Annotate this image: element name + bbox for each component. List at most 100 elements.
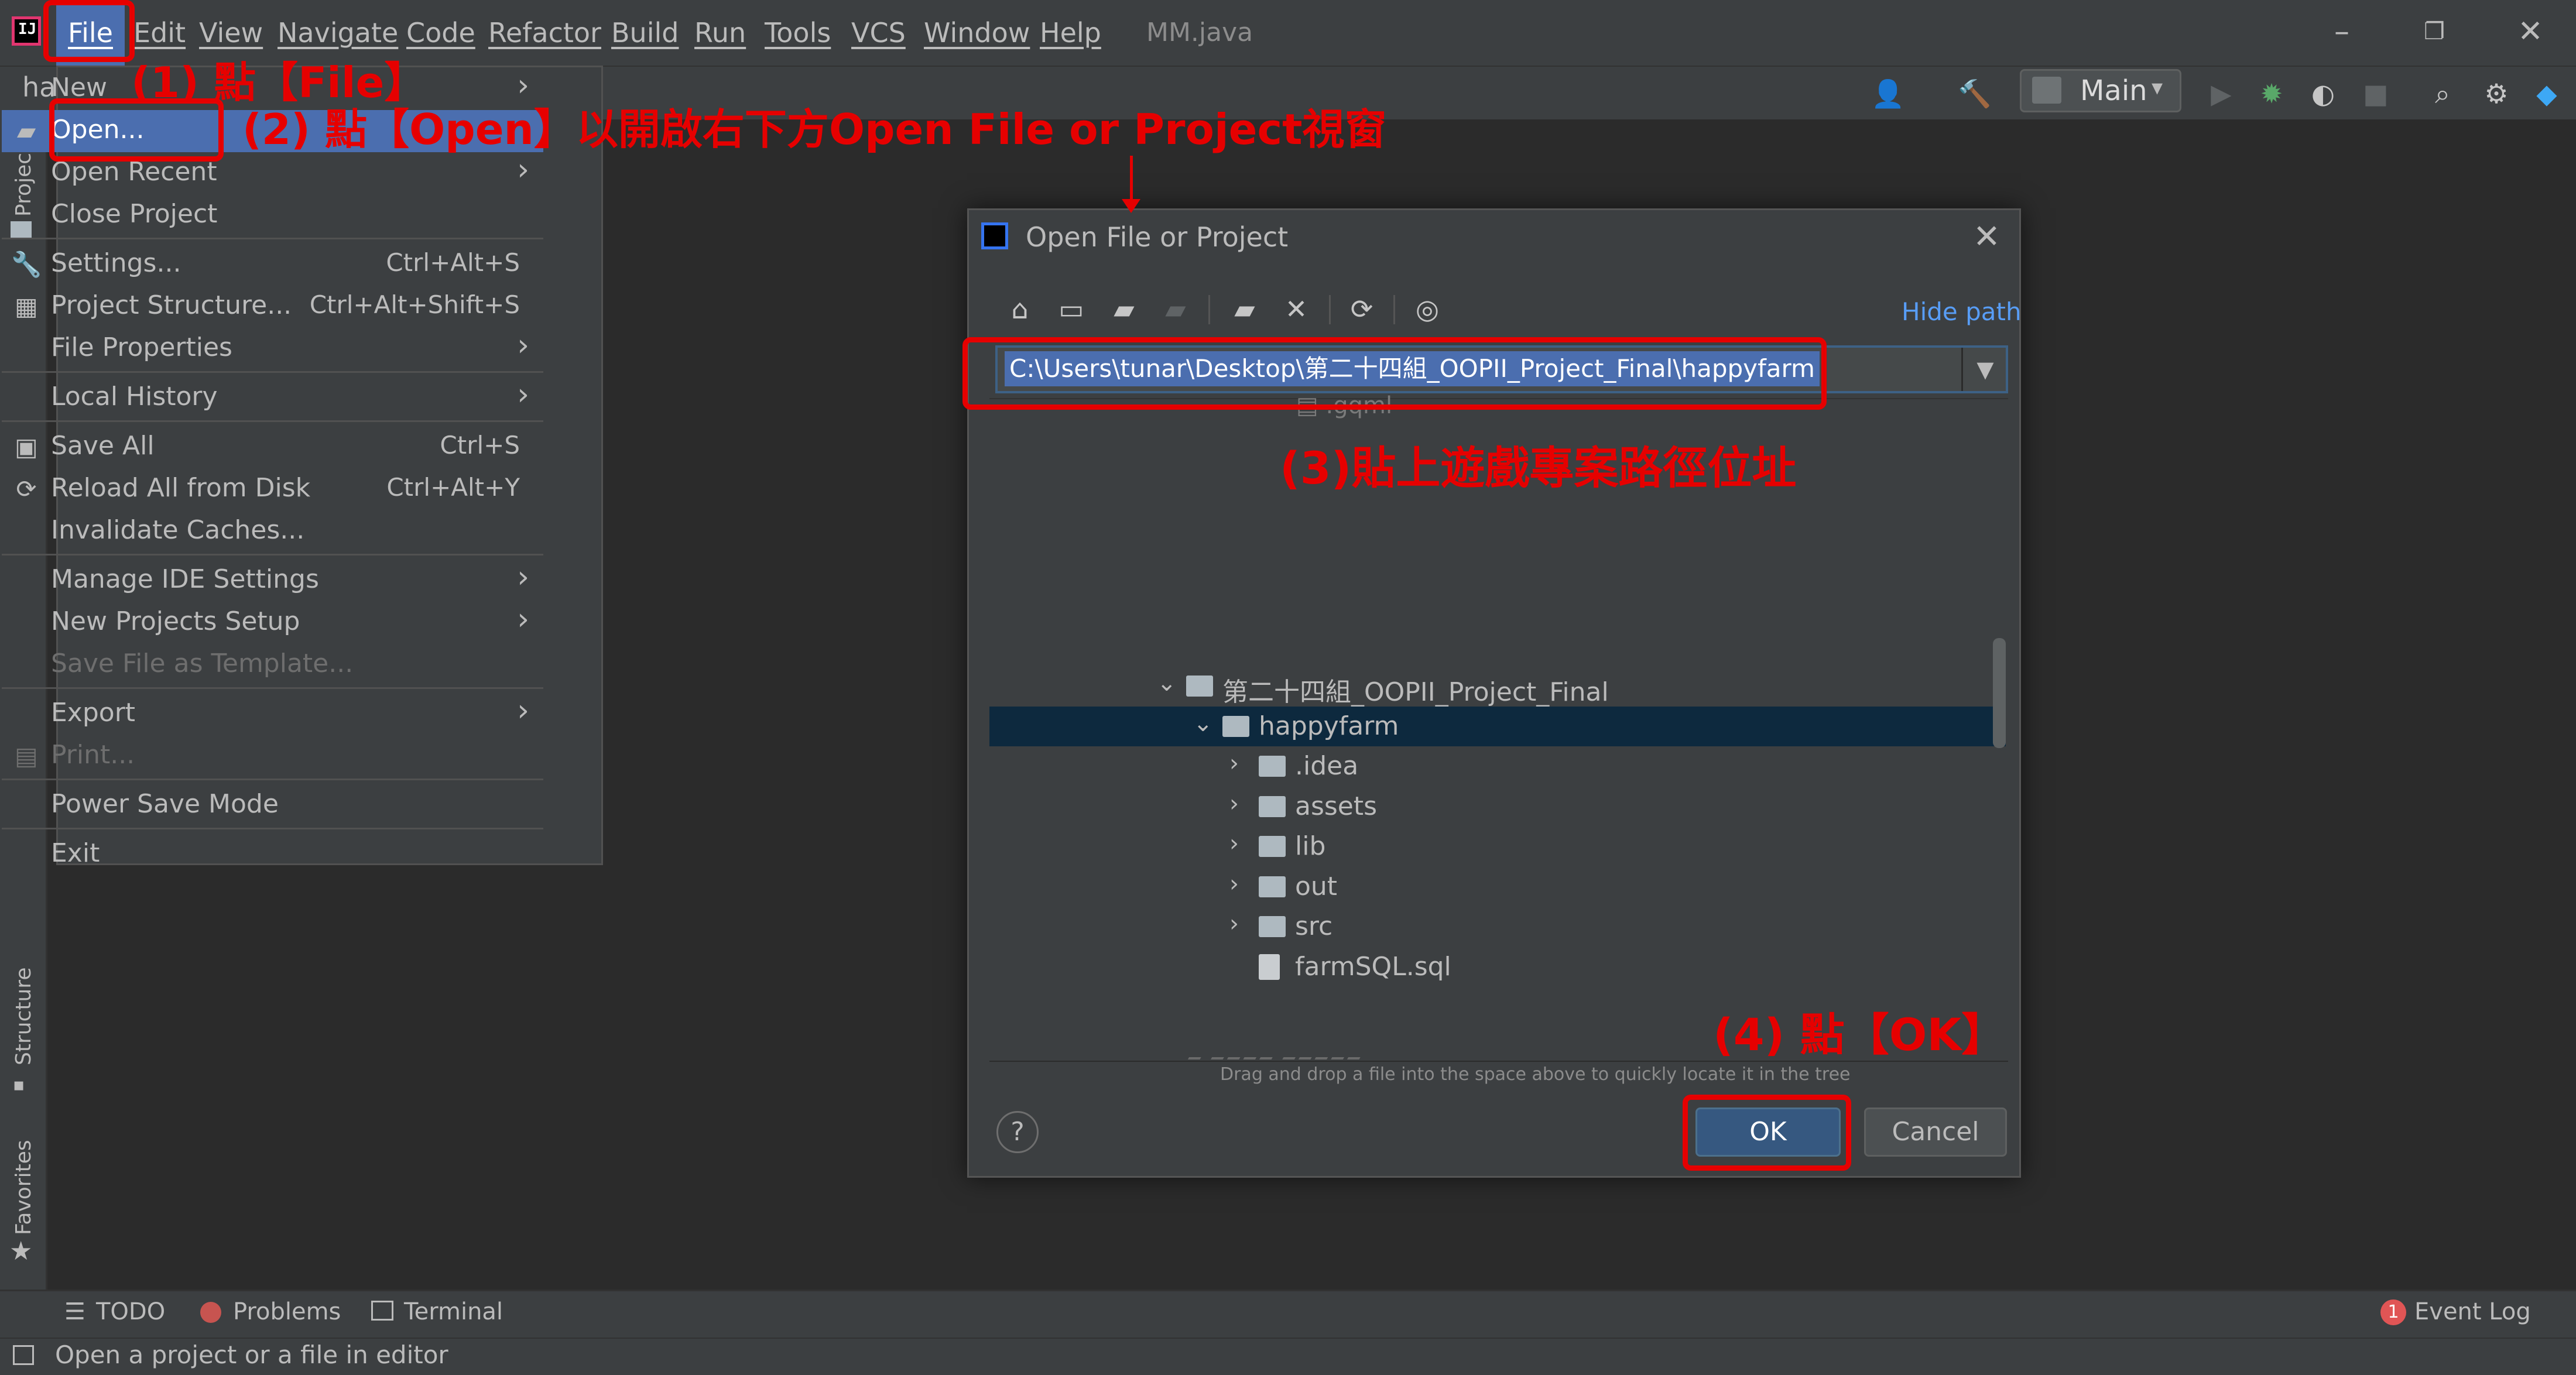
file-menu-item[interactable]: ⟳ Reload All from Disk Ctrl+Alt+Y [2,468,543,510]
tree-row[interactable]: farmSQL.sql [989,947,2006,987]
path-history-chevron-icon[interactable]: ▼ [1961,348,2008,391]
new-folder-icon[interactable]: ▰ [1227,292,1262,327]
file-menu-item-shortcut: Ctrl+Alt+S [386,248,520,277]
file-menu-item[interactable]: File Properties › [2,328,543,370]
search-icon[interactable]: ⌕ [2426,77,2459,110]
tree-row[interactable]: › src [989,907,2006,947]
collapse-chevron-icon[interactable]: › [1229,910,1239,937]
delete-icon[interactable]: ✕ [1279,292,1314,327]
menu-run[interactable]: Run [694,0,746,66]
annotation-arrow-head [1122,199,1140,213]
help-button[interactable]: ? [996,1111,1039,1153]
menu-separator [2,828,543,829]
menu-vcs[interactable]: VCS [851,0,906,66]
expand-chevron-icon[interactable]: ⌄ [1157,670,1177,697]
collapse-chevron-icon[interactable]: › [1229,750,1239,777]
file-menu-item-shortcut: Ctrl+Alt+Shift+S [309,290,520,319]
file-menu-item[interactable]: Local History › [2,377,543,419]
save-icon: ▣ [15,433,38,461]
file-menu-item[interactable]: Export › [2,693,543,735]
tree-row[interactable]: ⌄ happyfarm [989,707,2006,746]
file-menu-item-label: Save All [51,431,155,461]
file-menu-item[interactable]: Close Project [2,194,543,236]
build-hammer-icon[interactable]: 🔨 [1958,77,1991,110]
refresh-icon[interactable]: ⟳ [1344,292,1379,327]
todo-tab[interactable]: TODO [96,1298,165,1325]
hide-path-link[interactable]: Hide path [1902,297,2022,326]
terminal-icon [371,1301,393,1321]
show-hidden-icon[interactable]: ◎ [1410,292,1445,327]
favorites-tool-tab[interactable]: Favorites [12,1140,36,1235]
minimize-icon[interactable]: – [2324,14,2359,49]
toolbox-icon[interactable]: ◆ [2530,77,2563,110]
cancel-button[interactable]: Cancel [1864,1107,2007,1157]
tree-row-label: src [1295,911,1333,941]
tree-row[interactable]: › out [989,867,2006,907]
tree-row[interactable]: ⌄ 第二十四組_OOPII_Project_Final [989,666,2006,707]
tree-partial-row-bottom: ▰ ▰▰▰▰ ▰▰▰▰▰ [1185,1048,1361,1059]
annotation-step4: (4) 點【OK】 [1713,1009,2006,1061]
file-menu-item[interactable]: ▦ Project Structure... Ctrl+Alt+Shift+S [2,286,543,328]
menu-separator [2,687,543,689]
desktop-icon[interactable]: ▭ [1054,292,1089,327]
debug-icon[interactable]: ✹ [2255,77,2288,110]
submenu-chevron-icon: › [517,560,529,595]
gear-icon[interactable]: ⚙ [2480,77,2513,110]
menu-window[interactable]: Window [924,0,1030,66]
module-dir-icon[interactable]: ▰ [1158,292,1193,327]
project-dir-icon[interactable]: ▰ [1107,292,1142,327]
file-menu-item[interactable]: New Projects Setup › [2,602,543,644]
annotation-box-ok [1683,1095,1851,1171]
file-menu-item-label: Power Save Mode [51,789,279,819]
tree-row[interactable]: › .idea [989,746,2006,786]
menu-refactor[interactable]: Refactor [488,0,601,66]
todo-list-icon: ☰ [64,1298,85,1325]
file-menu-item[interactable]: ▣ Save All Ctrl+S [2,426,543,468]
coverage-icon[interactable]: ◐ [2307,77,2339,110]
collapse-chevron-icon[interactable]: › [1229,870,1239,897]
user-icon[interactable]: 👤 [1871,77,1904,110]
home-icon[interactable]: ⌂ [1002,292,1037,327]
file-menu-item-label: Invalidate Caches... [51,515,305,545]
tree-row[interactable]: › assets [989,787,2006,827]
collapse-chevron-icon[interactable]: › [1229,830,1239,857]
submenu-chevron-icon: › [517,377,529,412]
menu-separator [2,779,543,780]
submenu-chevron-icon: › [517,602,529,637]
problems-tab[interactable]: Problems [233,1298,341,1325]
close-window-icon[interactable]: ✕ [2513,14,2548,49]
app-logo-icon: IJ [12,16,41,46]
status-text: Open a project or a file in editor [55,1340,448,1369]
file-menu-item[interactable]: Invalidate Caches... [2,510,543,553]
tree-row-label: out [1295,872,1338,901]
run-config-selector[interactable]: Main ▾ [2020,69,2181,112]
structure-tool-tab[interactable]: Structure [12,968,36,1065]
dialog-close-icon[interactable]: ✕ [1973,218,2000,256]
menu-tools[interactable]: Tools [765,0,831,66]
collapse-chevron-icon[interactable]: › [1229,790,1239,817]
file-menu-item[interactable]: 🔧 Settings... Ctrl+Alt+S [2,244,543,286]
run-config-label: Main [2080,74,2147,107]
file-menu-item[interactable]: Exit [2,834,543,876]
file-menu-item[interactable]: Manage IDE Settings › [2,560,543,602]
menu-help[interactable]: Help [1040,0,1101,66]
menu-separator [2,554,543,556]
menu-build[interactable]: Build [611,0,679,66]
stop-icon[interactable]: ■ [2359,77,2392,110]
run-icon[interactable]: ▶ [2205,77,2238,110]
tree-row-label: happyfarm [1259,711,1399,741]
project-folder-icon [1222,716,1249,737]
tree-scrollbar[interactable] [1993,638,2006,748]
event-log-tab[interactable]: Event Log [2414,1298,2531,1325]
file-menu-item[interactable]: Power Save Mode [2,784,543,827]
tree-row-label: lib [1295,831,1326,861]
status-toggle-icon[interactable] [13,1345,34,1365]
dialog-app-icon [981,222,1008,249]
toolbar-separator [1208,295,1210,324]
tree-row[interactable]: › lib [989,827,2006,866]
file-menu-item-label: Close Project [51,199,218,229]
restore-icon[interactable]: ❐ [2417,14,2452,49]
expand-chevron-icon[interactable]: ⌄ [1193,710,1213,737]
file-menu-item-label: Settings... [51,248,181,278]
terminal-tab[interactable]: Terminal [404,1298,503,1325]
